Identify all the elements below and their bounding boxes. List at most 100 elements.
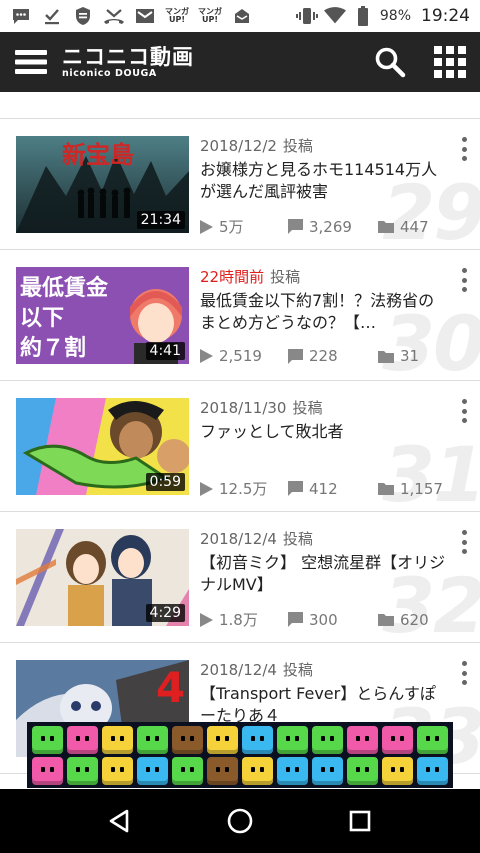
video-title[interactable]: ファッとして敗北者 xyxy=(200,421,446,465)
video-list-item[interactable]: 30 最低賃金 以下 約７割 4:41 22時間前 投稿 最低賃金以下約7割！？法… xyxy=(0,250,480,381)
video-list-item[interactable]: 29 新宝島 21:34 2018/12/2 投稿 お嬢様方と見るホモ114514… xyxy=(0,119,480,250)
play-icon xyxy=(200,349,213,363)
more-options-button[interactable] xyxy=(458,397,470,425)
video-thumbnail[interactable]: 4:29 xyxy=(16,529,189,626)
mylist-count: 620 xyxy=(378,611,429,629)
video-stats: 1.8万 300 620 xyxy=(200,609,460,630)
video-thumbnail[interactable]: 新宝島 21:34 xyxy=(16,136,189,233)
post-label: 投稿 xyxy=(282,137,313,155)
video-duration: 4:29 xyxy=(145,604,185,622)
recents-button[interactable] xyxy=(330,791,390,851)
ad-cube xyxy=(102,725,133,754)
video-duration: 21:34 xyxy=(136,211,185,229)
mylist-count-value: 31 xyxy=(400,347,420,365)
ad-cube xyxy=(312,756,343,785)
view-count: 5万 xyxy=(200,216,288,237)
battery-icon xyxy=(352,6,374,26)
battery-percentage: 98% xyxy=(379,8,411,24)
system-nav-bar xyxy=(0,789,480,853)
ad-cube xyxy=(277,725,308,754)
comment-count: 228 xyxy=(288,347,378,365)
download-done-icon xyxy=(41,7,63,25)
ad-cube xyxy=(312,725,343,754)
back-triangle-icon xyxy=(109,809,129,833)
post-label: 投稿 xyxy=(282,530,313,548)
logo-sub-text: niconico DOUGA xyxy=(62,67,157,79)
comment-icon xyxy=(288,481,303,496)
back-button[interactable] xyxy=(90,791,150,851)
list-header-spacer xyxy=(0,92,480,119)
thumbnail-text: 新宝島 xyxy=(62,141,134,169)
view-count: 1.8万 xyxy=(200,609,288,630)
post-date: 2018/12/2 xyxy=(200,137,277,155)
folder-icon xyxy=(378,614,394,626)
video-title[interactable]: 【初音ミク】 空想流星群【オリジナルMV】 xyxy=(200,552,446,596)
thumbnail-text-line2: 以下 xyxy=(20,306,64,331)
more-options-button[interactable] xyxy=(458,528,470,556)
home-button[interactable] xyxy=(210,791,270,851)
video-title[interactable]: 【Transport Fever】とらんすぽーたりあ４ xyxy=(200,683,446,727)
apps-grid-button[interactable] xyxy=(420,32,480,92)
comment-count-value: 412 xyxy=(309,479,338,498)
home-circle-icon xyxy=(227,808,253,834)
post-meta: 2018/11/30 投稿 xyxy=(200,397,446,418)
play-icon xyxy=(200,219,213,234)
more-options-button[interactable] xyxy=(458,266,470,294)
ad-banner[interactable] xyxy=(27,722,453,788)
ad-cube xyxy=(207,725,238,754)
play-icon xyxy=(200,612,213,627)
status-bar: マンガ UP! マンガ UP! 98% 19:24 xyxy=(0,0,480,32)
more-options-button[interactable] xyxy=(458,135,470,163)
search-button[interactable] xyxy=(360,32,420,92)
ad-cube xyxy=(347,756,378,785)
comment-icon xyxy=(288,219,303,234)
video-title[interactable]: 最低賃金以下約7割！？法務省のまとめ方どうなの？【… xyxy=(200,290,446,334)
ad-cube xyxy=(67,756,98,785)
ad-cube xyxy=(417,756,448,785)
manga-up-notification-icon: マンガ UP! xyxy=(165,7,189,24)
comment-count-value: 228 xyxy=(309,347,338,365)
ad-cube xyxy=(137,756,168,785)
menu-button[interactable] xyxy=(0,32,62,92)
post-date: 2018/12/4 xyxy=(200,530,277,548)
ad-cube xyxy=(382,756,413,785)
ad-cube xyxy=(32,756,63,785)
ad-cube xyxy=(67,725,98,754)
mylist-count: 31 xyxy=(378,347,419,365)
recents-square-icon xyxy=(349,810,371,832)
video-list-item[interactable]: 31 0:59 2018/11/30 投稿 ファッとして敗北者 12.5万 41… xyxy=(0,381,480,512)
thumbnail-text-line1: 最低賃金 xyxy=(20,275,109,301)
folder-icon xyxy=(378,483,394,495)
logo-main-text: ニコニコ動画 xyxy=(62,44,194,69)
video-thumbnail[interactable]: 最低賃金 以下 約７割 4:41 xyxy=(16,267,189,364)
comment-count: 412 xyxy=(288,480,378,498)
ad-cube xyxy=(172,756,203,785)
post-label: 投稿 xyxy=(292,399,323,417)
ad-cube xyxy=(347,725,378,754)
post-meta: 2018/12/4 投稿 xyxy=(200,528,446,549)
post-date: 2018/11/30 xyxy=(200,399,287,417)
folder-icon xyxy=(378,221,394,233)
post-date: 22時間前 xyxy=(200,268,265,286)
manga-up-notification-icon-2: マンガ UP! xyxy=(198,7,222,24)
grid-icon xyxy=(434,46,466,78)
niconico-logo[interactable]: ニコニコ動画 niconico DOUGA xyxy=(62,46,194,79)
view-count: 2,519 xyxy=(200,347,288,365)
post-meta: 2018/12/4 投稿 xyxy=(200,659,446,680)
more-options-button[interactable] xyxy=(458,659,470,687)
view-count-value: 2,519 xyxy=(219,347,262,365)
ad-cube xyxy=(242,725,273,754)
play-icon xyxy=(200,481,213,496)
view-count-value: 5万 xyxy=(219,218,244,236)
video-thumbnail[interactable]: 0:59 xyxy=(16,398,189,495)
video-list: 29 新宝島 21:34 2018/12/2 投稿 お嬢様方と見るホモ114514… xyxy=(0,119,480,774)
comment-count: 3,269 xyxy=(288,218,378,236)
video-title[interactable]: お嬢様方と見るホモ114514万人が選んだ風評被害 xyxy=(200,159,446,203)
view-count-value: 12.5万 xyxy=(219,480,268,498)
video-list-item[interactable]: 32 4:29 2018/12/4 投稿 【初音ミク】 空想流星群【オリジナルMV… xyxy=(0,512,480,643)
hamburger-icon xyxy=(15,50,47,74)
wifi-icon xyxy=(323,7,346,25)
ad-cube xyxy=(417,725,448,754)
post-meta: 22時間前 投稿 xyxy=(200,266,446,287)
mail-notification-icon xyxy=(134,7,156,25)
